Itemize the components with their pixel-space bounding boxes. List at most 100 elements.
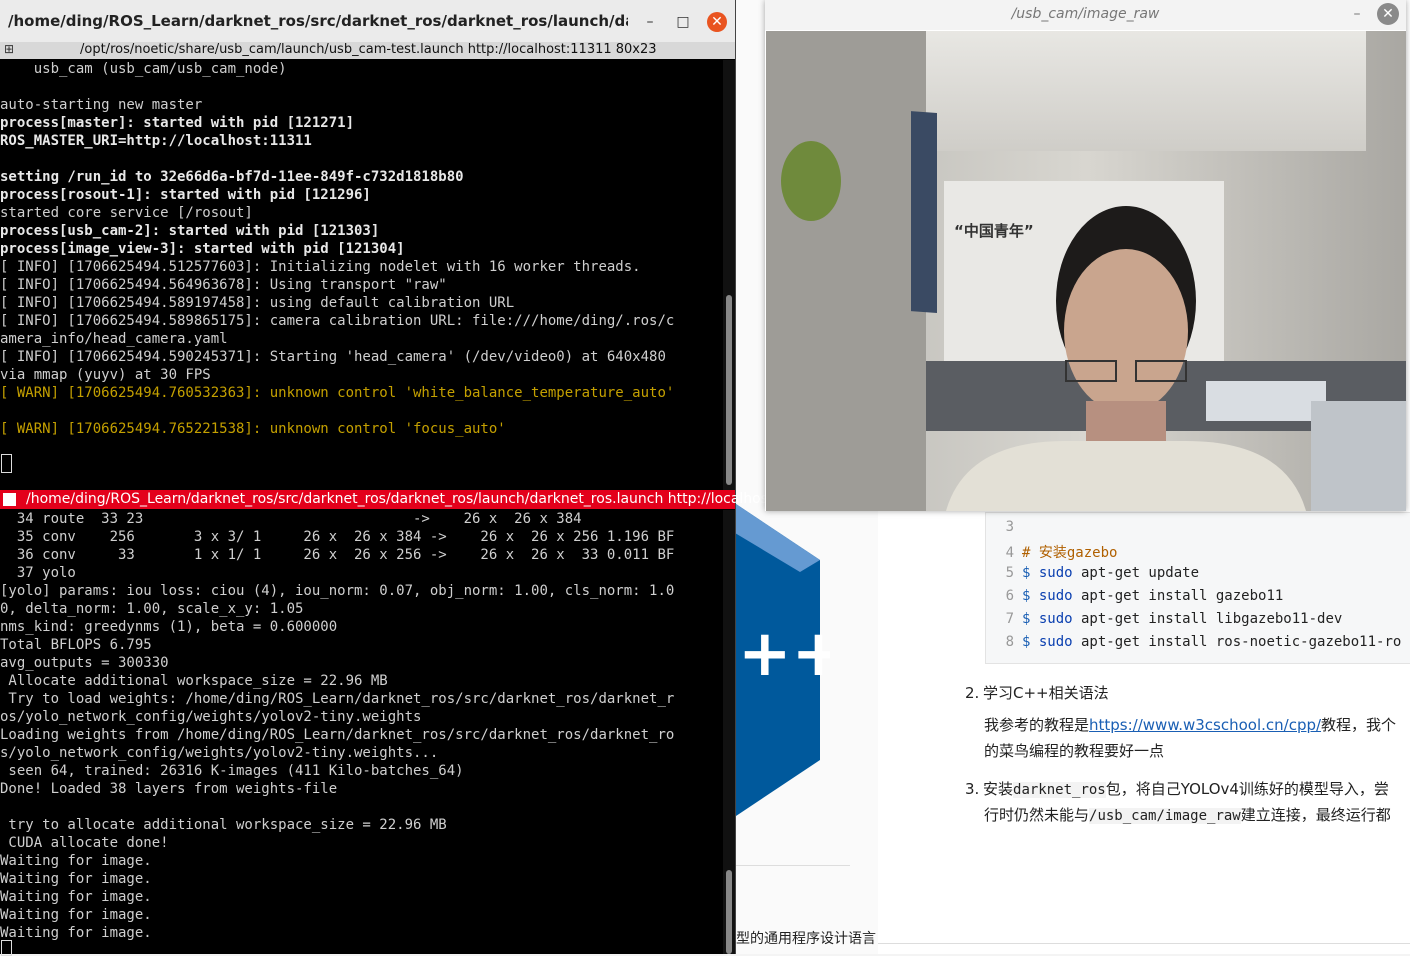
code-line: 8 $ sudo apt-get install ros-noetic-gazeb…	[986, 634, 1402, 657]
svg-text:“中国青年”: “中国青年”	[954, 222, 1034, 240]
inline-code: darknet_ros	[1013, 782, 1106, 798]
terminal-line: [yolo] params: iou loss: ciou (4), iou_n…	[0, 583, 675, 599]
scrollbar[interactable]	[723, 60, 735, 490]
terminal-line: CUDA allocate done!	[0, 835, 169, 851]
code-token: sudo	[1038, 634, 1073, 650]
paragraph-text: 我参考的教程是	[984, 716, 1090, 734]
code-token: sudo	[1038, 588, 1073, 604]
terminal-line: Done! Loaded 38 layers from weights-file	[0, 781, 338, 797]
code-line: 6 $ sudo apt-get install gazebo11	[986, 588, 1284, 611]
terminal-line: started core service [/rosout]	[0, 205, 253, 221]
terminal-line: nms_kind: greedynms (1), beta = 0.600000	[0, 619, 338, 635]
terminal-line: [ WARN] [1706625494.760532363]: unknown …	[0, 385, 675, 401]
terminal-line: os/yolo_network_config/weights/yolov2-ti…	[0, 709, 422, 725]
terminal-line: Try to load weights: /home/ding/ROS_Lear…	[0, 691, 675, 707]
code-token: sudo	[1038, 565, 1073, 581]
code-token: apt-get install gazebo11	[1072, 588, 1284, 604]
tutorial-link[interactable]: https://www.w3cschool.cn/cpp/	[1089, 716, 1321, 734]
terminal-line: Loading weights from /home/ding/ROS_Lear…	[0, 727, 675, 743]
code-token: $	[1022, 634, 1039, 650]
line-number: 4	[1005, 545, 1014, 561]
image-view-titlebar[interactable]: /usb_cam/image_raw – ✕	[765, 0, 1406, 30]
terminal-line: 34 route 33 23 -> 26 x 26 x 384	[0, 511, 582, 527]
cpp-logo-text: ++	[738, 617, 830, 691]
code-token: apt-get update	[1072, 565, 1200, 581]
terminal-line: 0, delta_norm: 1.00, scale_x_y: 1.05	[0, 601, 304, 617]
terminal-line: seen 64, trained: 26316 K-images (411 Ki…	[0, 763, 464, 779]
list-text: 学习C++相关语法	[983, 684, 1109, 702]
maximize-icon[interactable]: □	[673, 12, 693, 32]
minimize-icon[interactable]: –	[640, 12, 660, 32]
terminal-line: [ INFO] [1706625494.589197458]: using de…	[0, 295, 515, 311]
window-title: /usb_cam/image_raw	[1011, 6, 1160, 22]
paragraph-text: 行时仍然未能与	[984, 806, 1090, 824]
camera-frame: “中国青年”	[766, 31, 1406, 511]
terminal-pane-usb-cam[interactable]: usb_cam (usb_cam/usb_cam_node) auto-star…	[0, 60, 722, 490]
terminal-line: ROS_MASTER_URI=http://localhost:11311	[0, 133, 312, 149]
terminal-line: usb_cam (usb_cam/usb_cam_node)	[0, 61, 287, 77]
terminal-line: Total BFLOPS 6.795	[0, 637, 152, 653]
line-number: 5	[1005, 565, 1014, 581]
code-token: # 安装gazebo	[1022, 545, 1118, 561]
camera-image: “中国青年”	[766, 31, 1406, 511]
pane-title-bar[interactable]: /home/ding/ROS_Learn/darknet_ros/src/dar…	[0, 490, 823, 509]
pane-icon	[3, 493, 16, 506]
code-line: 3	[986, 519, 1022, 542]
terminal-titlebar[interactable]: /home/ding/ROS_Learn/darknet_ros/src/dar…	[0, 0, 735, 43]
close-icon[interactable]: ✕	[707, 12, 727, 32]
code-token: sudo	[1038, 611, 1073, 627]
list-text: 安装	[983, 780, 1014, 798]
list-number: 2.	[965, 684, 980, 702]
minimize-icon[interactable]: –	[1347, 4, 1367, 24]
pane-title: /home/ding/ROS_Learn/darknet_ros/src/dar…	[26, 491, 823, 507]
terminal-line: amera_info/head_camera.yaml	[0, 331, 228, 347]
scrollbar[interactable]	[723, 510, 735, 954]
line-number: 3	[1005, 519, 1014, 535]
terminal-window[interactable]: /home/ding/ROS_Learn/darknet_ros/src/dar…	[0, 0, 823, 956]
code-block: 3 4 # 安装gazebo 5 $ sudo apt-get update 6 $ sud…	[985, 512, 1410, 664]
paragraph-darknet: 行时仍然未能与/usb_cam/image_raw建立连接，最终运行都	[984, 804, 1391, 825]
terminal-line: process[rosout-1]: started with pid [121…	[0, 187, 371, 203]
terminal-line: Waiting for image.	[0, 889, 152, 905]
terminal-tab-bar[interactable]: ⊞ /opt/ros/noetic/share/usb_cam/launch/u…	[0, 42, 735, 59]
terminal-line: [ INFO] [1706625494.564963678]: Using tr…	[0, 277, 447, 293]
close-icon[interactable]: ✕	[1377, 3, 1399, 25]
terminal-line: auto-starting new master	[0, 97, 203, 113]
code-token: apt-get install libgazebo11-dev	[1072, 611, 1343, 627]
list-item-3: 3. 安装darknet_ros包，将自己YOLOv4训练好的模型导入，尝	[965, 778, 1389, 799]
list-item-2: 2. 学习C++相关语法	[965, 682, 1109, 703]
list-number: 3.	[965, 780, 980, 798]
window-title: /home/ding/ROS_Learn/darknet_ros/src/dar…	[8, 12, 628, 30]
terminal-line: process[image_view-3]: started with pid …	[0, 241, 405, 257]
terminal-line: Allocate additional workspace_size = 22.…	[0, 673, 388, 689]
terminal-cursor	[1, 454, 12, 473]
terminal-line: process[master]: started with pid [12127…	[0, 115, 355, 131]
divider	[735, 865, 850, 866]
code-token: $	[1022, 588, 1039, 604]
terminal-pane-darknet[interactable]: 34 route 33 23 -> 26 x 26 x 384 35 conv …	[0, 510, 722, 954]
image-view-window[interactable]: /usb_cam/image_raw – ✕ “中国青年”	[765, 0, 1406, 511]
inline-code: /usb_cam/image_raw	[1089, 808, 1241, 824]
terminal-line: Waiting for image.	[0, 853, 152, 869]
terminal-line: s/yolo_network_config/weights/yolov2-tin…	[0, 745, 439, 761]
line-number: 6	[1005, 588, 1014, 604]
code-line: 4 # 安装gazebo	[986, 542, 1118, 565]
terminal-line: [ INFO] [1706625494.512577603]: Initiali…	[0, 259, 641, 275]
terminal-line: [ INFO] [1706625494.589865175]: camera c…	[0, 313, 675, 329]
paragraph-tutorial-cont: 的菜鸟编程的教程要好一点	[984, 742, 1165, 760]
terminal-line: [ WARN] [1706625494.765221538]: unknown …	[0, 421, 506, 437]
tab-label: /opt/ros/noetic/share/usb_cam/launch/usb…	[80, 42, 657, 57]
divider	[878, 943, 1410, 944]
terminal-line: setting /run_id to 32e66d6a-bf7d-11ee-84…	[0, 169, 464, 185]
code-line: 7 $ sudo apt-get install libgazebo11-dev	[986, 611, 1343, 634]
paragraph-text: 教程，我个	[1321, 716, 1397, 734]
split-pane-icon[interactable]: ⊞	[4, 43, 17, 56]
line-number: 7	[1005, 611, 1014, 627]
terminal-line: 36 conv 33 1 x 1/ 1 26 x 26 x 256 -> 26 …	[0, 547, 675, 563]
terminal-line: 35 conv 256 3 x 3/ 1 26 x 26 x 384 -> 26…	[0, 529, 675, 545]
code-token: $	[1022, 611, 1039, 627]
